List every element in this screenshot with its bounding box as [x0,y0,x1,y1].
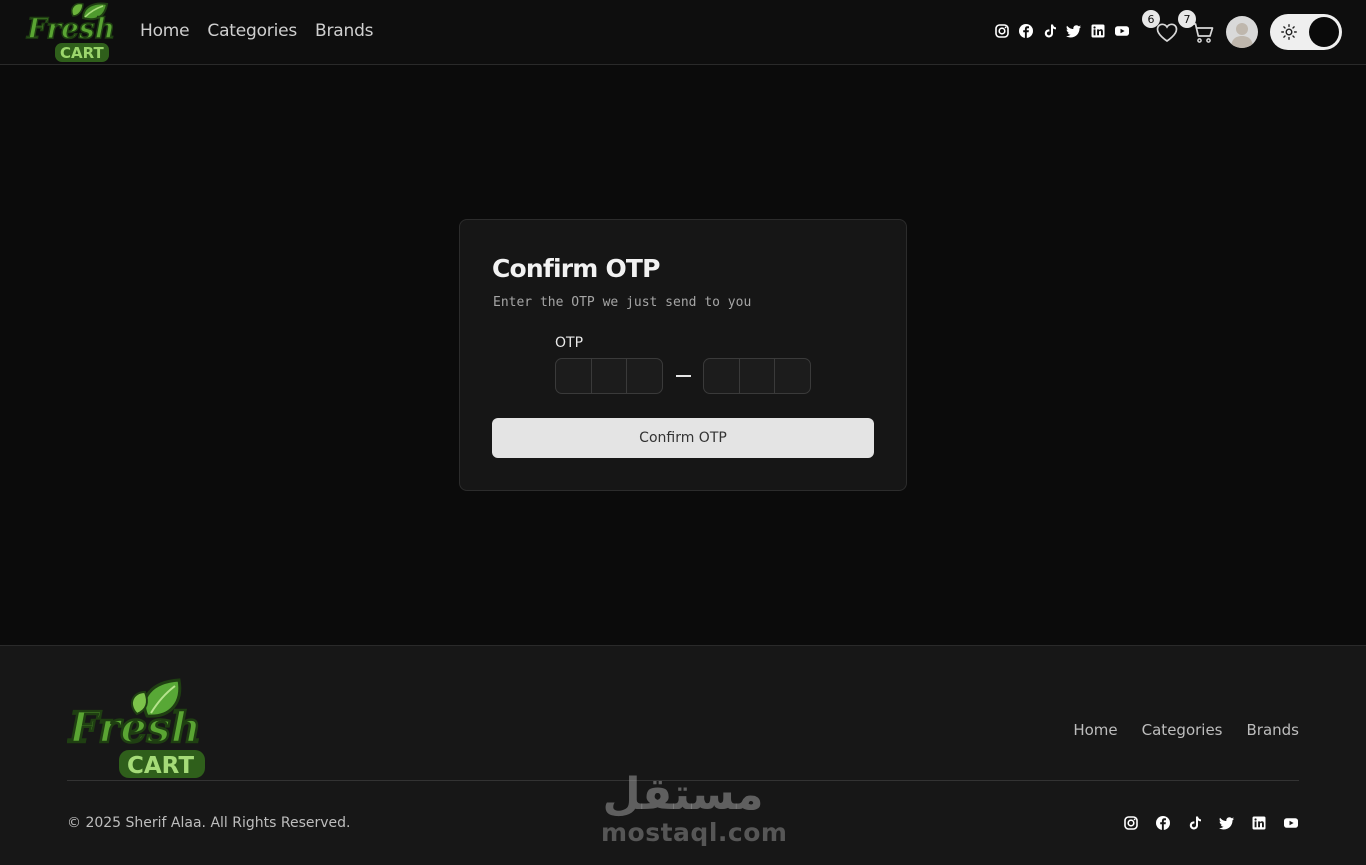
nav-categories-link[interactable]: Categories [207,21,297,41]
sun-icon [1281,24,1297,40]
otp-slot-2[interactable] [592,359,628,393]
main-nav: Home Categories Brands [140,21,374,41]
footer-social-links [1123,815,1299,831]
navbar: Fresh CART Home Categories Brands 6 7 [0,0,1366,65]
tiktok-icon[interactable] [1042,23,1058,39]
card-subtitle: Enter the OTP we just send to you [493,295,752,310]
wishlist-count-badge: 6 [1142,10,1160,28]
tiktok-icon[interactable] [1187,815,1203,831]
otp-slot-6[interactable] [775,359,810,393]
nav-home-link[interactable]: Home [140,21,190,41]
footer-nav: Home Categories Brands [1073,721,1299,739]
theme-toggle[interactable] [1270,14,1342,50]
mostaql-watermark-text: mostaql.com [601,818,788,847]
otp-group-first [555,358,663,394]
footer-categories-link[interactable]: Categories [1142,721,1223,739]
footer-home-link[interactable]: Home [1073,721,1117,739]
footer-fresh-cart-logo[interactable]: Fresh CART [67,678,209,780]
copyright-text: © 2025 Sherif Alaa. All Rights Reserved. [67,815,351,831]
nav-brands-link[interactable]: Brands [315,21,373,41]
confirm-otp-button[interactable]: Confirm OTP [492,418,874,458]
facebook-icon[interactable] [1018,23,1034,39]
linkedin-icon[interactable] [1090,23,1106,39]
user-avatar[interactable] [1226,16,1258,48]
linkedin-icon[interactable] [1251,815,1267,831]
footer-brands-link[interactable]: Brands [1247,721,1300,739]
otp-slot-3[interactable] [627,359,662,393]
youtube-icon[interactable] [1114,23,1130,39]
otp-slot-1[interactable] [556,359,592,393]
user-icon [1231,23,1253,48]
otp-separator [676,375,691,377]
fresh-cart-logo[interactable]: Fresh CART [25,0,115,64]
cart-count-badge: 7 [1178,10,1196,28]
wishlist-button[interactable]: 6 [1142,10,1180,46]
otp-slot-4[interactable] [704,359,740,393]
otp-slot-5[interactable] [740,359,776,393]
confirm-otp-card: Confirm OTP Enter the OTP we just send t… [459,219,907,491]
otp-group-second [703,358,811,394]
facebook-icon[interactable] [1155,815,1171,831]
header-social-links [994,23,1130,39]
twitter-icon[interactable] [1219,815,1235,831]
youtube-icon[interactable] [1283,815,1299,831]
instagram-icon[interactable] [994,23,1010,39]
svg-text:Fresh: Fresh [26,12,115,45]
twitter-icon[interactable] [1066,23,1082,39]
card-title: Confirm OTP [492,254,660,283]
otp-label: OTP [555,335,584,351]
instagram-icon[interactable] [1123,815,1139,831]
svg-text:CART: CART [127,753,194,779]
svg-text:مستقل: مستقل [603,769,764,820]
toggle-knob [1309,17,1339,47]
svg-text:Fresh: Fresh [68,703,201,752]
svg-text:CART: CART [60,44,104,62]
cart-button[interactable]: 7 [1178,10,1216,46]
